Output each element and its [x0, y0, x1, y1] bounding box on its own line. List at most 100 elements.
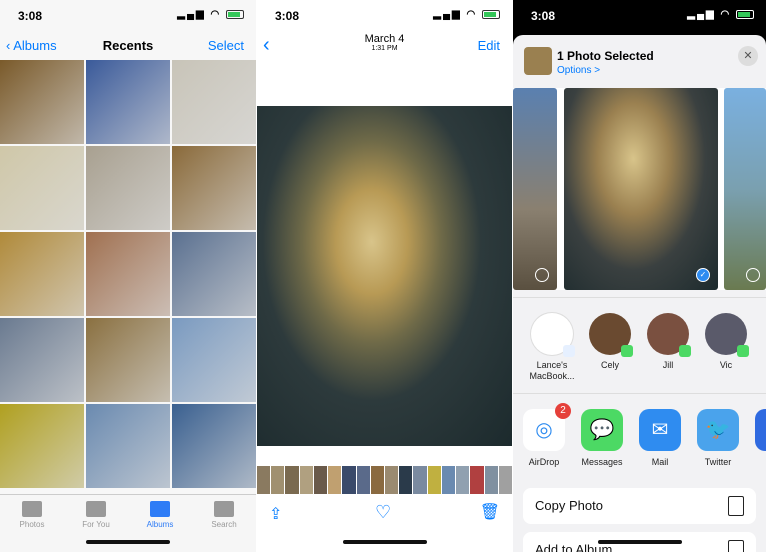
signal-wifi-battery-icon: ▂▄▆ ◠	[687, 9, 754, 20]
status-bar: 3:08 ▂▄▆ ◠	[0, 0, 256, 30]
albums-icon	[150, 501, 170, 517]
strip-thumbnail[interactable]	[498, 466, 512, 494]
signal-wifi-battery-icon: ▂▄▆ ◠	[177, 9, 244, 20]
thumbnail-strip[interactable]	[257, 466, 512, 494]
photo-toolbar: ⇪ ♡ 🗑	[257, 500, 512, 530]
strip-thumbnail[interactable]	[384, 466, 399, 494]
airdrop-person[interactable]: Jill	[639, 313, 697, 382]
mail-icon: ✉	[639, 409, 681, 451]
signal-wifi-battery-icon: ▂▄▆ ◠	[433, 9, 500, 20]
home-indicator	[342, 540, 427, 544]
home-indicator	[597, 540, 682, 544]
photo-thumbnail[interactable]	[0, 60, 84, 144]
carousel-photo[interactable]	[724, 88, 766, 290]
photo-thumbnail[interactable]	[86, 232, 170, 316]
strip-thumbnail[interactable]	[271, 466, 285, 494]
messages-badge-icon	[737, 345, 749, 357]
messages-badge-icon	[621, 345, 633, 357]
messages-icon: 💬	[581, 409, 623, 451]
photo-thumbnail[interactable]	[86, 404, 170, 488]
share-app-messages[interactable]: 💬 Messages	[581, 409, 623, 467]
photo-thumbnail[interactable]	[172, 404, 256, 488]
select-button[interactable]: Select	[208, 38, 244, 53]
options-button[interactable]: Options >	[557, 65, 600, 76]
airdrop-people-row: Lance's MacBook... Cely Jill Vic	[513, 313, 766, 382]
home-indicator	[86, 540, 170, 544]
share-apps-row: ◎2AirDrop💬Messages ✉Mail 🐦Twitter Fa	[523, 403, 766, 467]
strip-thumbnail[interactable]	[441, 466, 456, 494]
strip-thumbnail[interactable]	[456, 466, 470, 494]
album-icon	[728, 540, 744, 552]
twitter-icon: 🐦	[697, 409, 739, 451]
tab-search[interactable]: Search	[192, 495, 256, 552]
strip-thumbnail[interactable]	[257, 466, 271, 494]
copy-photo-action[interactable]: Copy Photo	[523, 488, 756, 524]
strip-thumbnail[interactable]	[370, 466, 384, 494]
carousel-photo[interactable]	[513, 88, 557, 290]
trash-icon[interactable]: 🗑	[480, 502, 500, 522]
photo-detail-screen: 3:08 ▂▄▆ ◠ ‹ March 4 1:31 PM Edit ⇪ ♡ 🗑	[257, 0, 512, 552]
photo-thumbnail[interactable]	[0, 232, 84, 316]
selection-title: 1 Photo Selected	[557, 49, 654, 63]
share-sheet: 1 Photo Selected Options > ✕ ✓ Lance's M…	[513, 35, 766, 552]
photo-thumbnail[interactable]	[172, 318, 256, 402]
strip-thumbnail[interactable]	[427, 466, 441, 494]
share-sheet-screen: 3:08 ▂▄▆ ◠ 1 Photo Selected Options > ✕ ✓…	[513, 0, 766, 552]
messages-badge-icon	[679, 345, 691, 357]
share-icon[interactable]: ⇪	[269, 504, 282, 524]
share-app-mail[interactable]: ✉ Mail	[639, 409, 681, 467]
photo-thumbnail[interactable]	[86, 318, 170, 402]
airdrop-badge-icon	[563, 345, 575, 357]
strip-thumbnail[interactable]	[484, 466, 498, 494]
photo-thumbnail[interactable]	[86, 60, 170, 144]
tab-photos[interactable]: Photos	[0, 495, 64, 552]
divider	[513, 297, 766, 298]
recents-screen: 3:08 ▂▄▆ ◠ ‹ Albums Recents Select Photos…	[0, 0, 256, 552]
airdrop-person[interactable]: Vic	[697, 313, 755, 382]
airdrop-person[interactable]: Lance's MacBook...	[523, 313, 581, 382]
carousel-photo-selected[interactable]: ✓	[564, 88, 718, 290]
photo-thumbnail[interactable]	[0, 404, 84, 488]
copy-icon	[728, 496, 744, 516]
strip-thumbnail[interactable]	[413, 466, 427, 494]
strip-thumbnail[interactable]	[470, 466, 484, 494]
strip-thumbnail[interactable]	[299, 466, 313, 494]
avatar	[531, 313, 575, 357]
airdrop-icon: ◎ 2	[523, 403, 571, 451]
share-app-fa[interactable]: Fa	[755, 409, 766, 467]
for-you-icon	[86, 501, 106, 517]
share-app-airdrop[interactable]: ◎ 2 AirDrop	[523, 403, 571, 467]
photo-thumbnail[interactable]	[172, 146, 256, 230]
unchecked-circle-icon[interactable]	[535, 268, 549, 282]
photo-thumbnail[interactable]	[172, 232, 256, 316]
edit-button[interactable]: Edit	[478, 38, 500, 53]
avatar	[705, 313, 749, 357]
share-app-twitter[interactable]: 🐦 Twitter	[697, 409, 739, 467]
strip-thumbnail[interactable]	[342, 466, 356, 494]
strip-thumbnail[interactable]	[399, 466, 413, 494]
photo-date: March 4	[364, 33, 405, 45]
photo-thumbnail[interactable]	[0, 318, 84, 402]
checkmark-icon[interactable]: ✓	[696, 268, 710, 282]
main-photo[interactable]	[257, 106, 512, 446]
strip-thumbnail[interactable]	[313, 466, 328, 494]
strip-thumbnail[interactable]	[328, 466, 342, 494]
airdrop-person[interactable]: Cely	[581, 313, 639, 382]
avatar	[589, 313, 633, 357]
close-icon[interactable]: ✕	[738, 46, 758, 66]
fa-icon	[755, 409, 766, 451]
status-bar: 3:08 ▂▄▆ ◠	[513, 0, 766, 30]
photo-thumbnail[interactable]	[172, 60, 256, 144]
heart-icon[interactable]: ♡	[375, 502, 391, 523]
strip-thumbnail[interactable]	[285, 466, 299, 494]
unchecked-circle-icon[interactable]	[746, 268, 760, 282]
photos-icon	[22, 501, 42, 517]
photo-thumbnail[interactable]	[0, 146, 84, 230]
divider	[513, 393, 766, 394]
photo-carousel[interactable]: ✓	[513, 88, 766, 290]
selected-photo-thumbnail	[524, 47, 552, 75]
photo-time: 1:31 PM	[371, 45, 398, 52]
photo-thumbnail[interactable]	[86, 146, 170, 230]
search-icon	[214, 501, 234, 517]
strip-thumbnail[interactable]	[356, 466, 370, 494]
